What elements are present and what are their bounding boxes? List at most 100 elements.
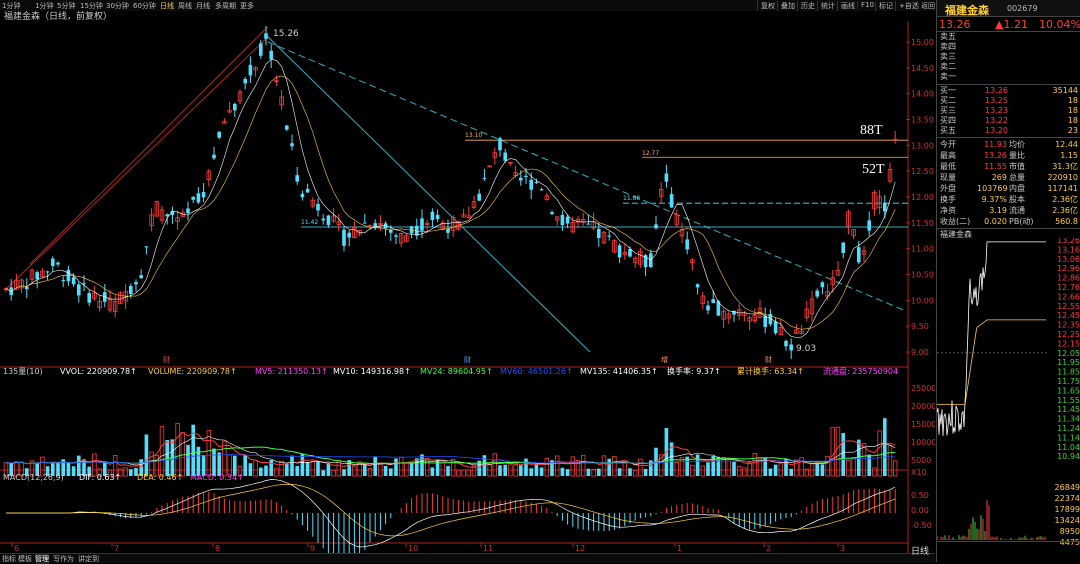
add-watchlist-button[interactable]: +自选 [895, 1, 919, 11]
candle-body [186, 208, 190, 214]
candle-body [883, 202, 887, 212]
period-tab-more[interactable]: 更多 [240, 1, 254, 11]
f10-button[interactable]: F10 [857, 1, 874, 9]
volume-bar [415, 458, 419, 476]
volume-bar [290, 455, 294, 476]
price-axis-tick: 11.00 [911, 245, 934, 254]
vol-header-9: 累计换手: 63.34↑ [737, 366, 804, 376]
period-tab-1min-2[interactable]: 1分钟 [35, 1, 53, 11]
bid-row[interactable]: 买二 13.25 18 [937, 96, 1080, 106]
intraday-chart[interactable]: 13.2613.1613.0612.9612.8612.7612.6612.55… [937, 238, 1080, 560]
candle-body [820, 282, 825, 288]
tab-manage[interactable]: 管理 [35, 554, 49, 564]
history-button[interactable]: 历史 [797, 1, 815, 11]
ask-row[interactable]: 卖四 [937, 42, 1080, 52]
volume-bar [628, 468, 632, 476]
price-axis-tick: 15.00 [911, 38, 934, 47]
mini-vol-tick: 26849 [1055, 483, 1080, 492]
volume-bar [196, 446, 201, 476]
candle-body [144, 246, 149, 248]
volume-bar [394, 458, 398, 476]
price-axis-tick: 13.50 [911, 116, 934, 125]
ask-row[interactable]: 卖二 [937, 62, 1080, 72]
period-tab-5min[interactable]: 5分钟 [57, 1, 75, 11]
vol-header-7: MV135: 41406.35↑ [580, 367, 658, 376]
level-label-1310: 13.10 [465, 132, 482, 139]
tab-lock[interactable]: 讲定到 [78, 554, 99, 564]
candle-body [539, 189, 544, 191]
period-tab-multi[interactable]: 多周期 [215, 1, 236, 11]
volume-bar [695, 454, 700, 476]
draw-button[interactable]: 画线 [837, 1, 855, 11]
volume-axis-tick: 5000 [911, 456, 931, 465]
vol-header-3: MV5: 211350.13↑ [255, 367, 328, 376]
price-axis-tick: 12.50 [911, 167, 934, 176]
stat-row: 净资 3.19 流通 2.36亿 [940, 206, 1078, 215]
ask-row[interactable]: 卖一 [937, 72, 1080, 82]
period-tab-30min[interactable]: 30分钟 [106, 1, 129, 11]
volume-bar [643, 468, 648, 476]
volume-bar [342, 469, 346, 476]
candle-body [628, 249, 632, 257]
volume-axis-tick: 15000 [911, 420, 935, 429]
price-axis-tick: 9.00 [911, 348, 929, 357]
period-tab-1min[interactable]: 1分钟 [2, 1, 20, 11]
event-marker-3[interactable]: 增 [661, 355, 668, 364]
period-tab-weekly[interactable]: 周线 [178, 1, 192, 11]
candle-body [233, 103, 237, 111]
adjust-button[interactable]: 复权 [757, 1, 775, 11]
candle-body [857, 247, 861, 263]
bid-row[interactable]: 买一 13.26 35144 [937, 86, 1080, 96]
stats-button[interactable]: 统计 [817, 1, 835, 11]
mini-axis-tick: 12.96 [1057, 264, 1080, 273]
volume-bar [867, 454, 871, 476]
period-tab-15min[interactable]: 15分钟 [80, 1, 103, 11]
candle-body [841, 242, 845, 253]
ask-row[interactable]: 卖五 [937, 32, 1080, 42]
period-tab-60min[interactable]: 60分钟 [133, 1, 156, 11]
tab-write[interactable]: 写作为 [53, 554, 74, 564]
volume-bar [383, 465, 388, 476]
tab-indicator[interactable]: 指标 [2, 554, 16, 564]
mini-axis-tick: 12.86 [1057, 274, 1080, 283]
candle-body [607, 235, 611, 237]
period-tab-monthly[interactable]: 月线 [196, 1, 210, 11]
back-button[interactable]: 返回 [917, 1, 935, 11]
mini-chart-tab[interactable]: 日线 [911, 544, 929, 557]
candle-body [342, 229, 346, 246]
event-marker-2[interactable]: 财 [464, 355, 471, 364]
overlay-button[interactable]: 叠加 [777, 1, 795, 11]
price-axis-tick: 11.50 [911, 219, 934, 228]
event-marker-4[interactable]: 财 [765, 355, 772, 364]
period-tab-daily[interactable]: 日线 [160, 1, 174, 11]
price-axis-tick: 14.00 [911, 90, 934, 99]
ask-row[interactable]: 卖三 [937, 52, 1080, 62]
bid-row[interactable]: 买四 13.22 18 [937, 116, 1080, 126]
candle-body [269, 50, 273, 60]
candle-body [71, 277, 76, 285]
candle-body [586, 223, 591, 225]
vol-header-2: VOLUME: 220909.78↑ [148, 367, 237, 376]
mini-vol-tick: 13424 [1055, 516, 1080, 525]
kline-chart[interactable]: 15.00 14.50 14.00 13.50 13.00 12.50 12.00 11.50… [0, 11, 935, 553]
price-axis-tick: 13.00 [911, 141, 934, 150]
candle-body [784, 340, 788, 347]
vol-header-5: MV24: 89604.95↑ [420, 367, 493, 376]
mini-axis-tick: 12.15 [1057, 339, 1080, 348]
volume-bar [248, 463, 253, 476]
candle-body [264, 33, 268, 39]
volume-bar [560, 467, 565, 476]
bid-row[interactable]: 买三 13.23 18 [937, 106, 1080, 116]
volume-bar [597, 468, 601, 476]
intraday-avg-line [937, 319, 1046, 405]
mark-button[interactable]: 标记 [875, 1, 893, 11]
mini-axis-tick: 12.45 [1057, 311, 1080, 320]
stat-row: 最低 11.55 市值 31.3亿 [940, 162, 1078, 171]
event-marker-1[interactable]: 财 [163, 355, 170, 364]
tab-template[interactable]: 模板 [18, 554, 32, 564]
big-label-88t: 88T [860, 123, 883, 138]
candle-body [669, 194, 674, 208]
bid-row[interactable]: 买五 13.20 23 [937, 126, 1080, 136]
date-axis-tick: 8 [215, 544, 220, 553]
volume-bar [259, 467, 263, 476]
